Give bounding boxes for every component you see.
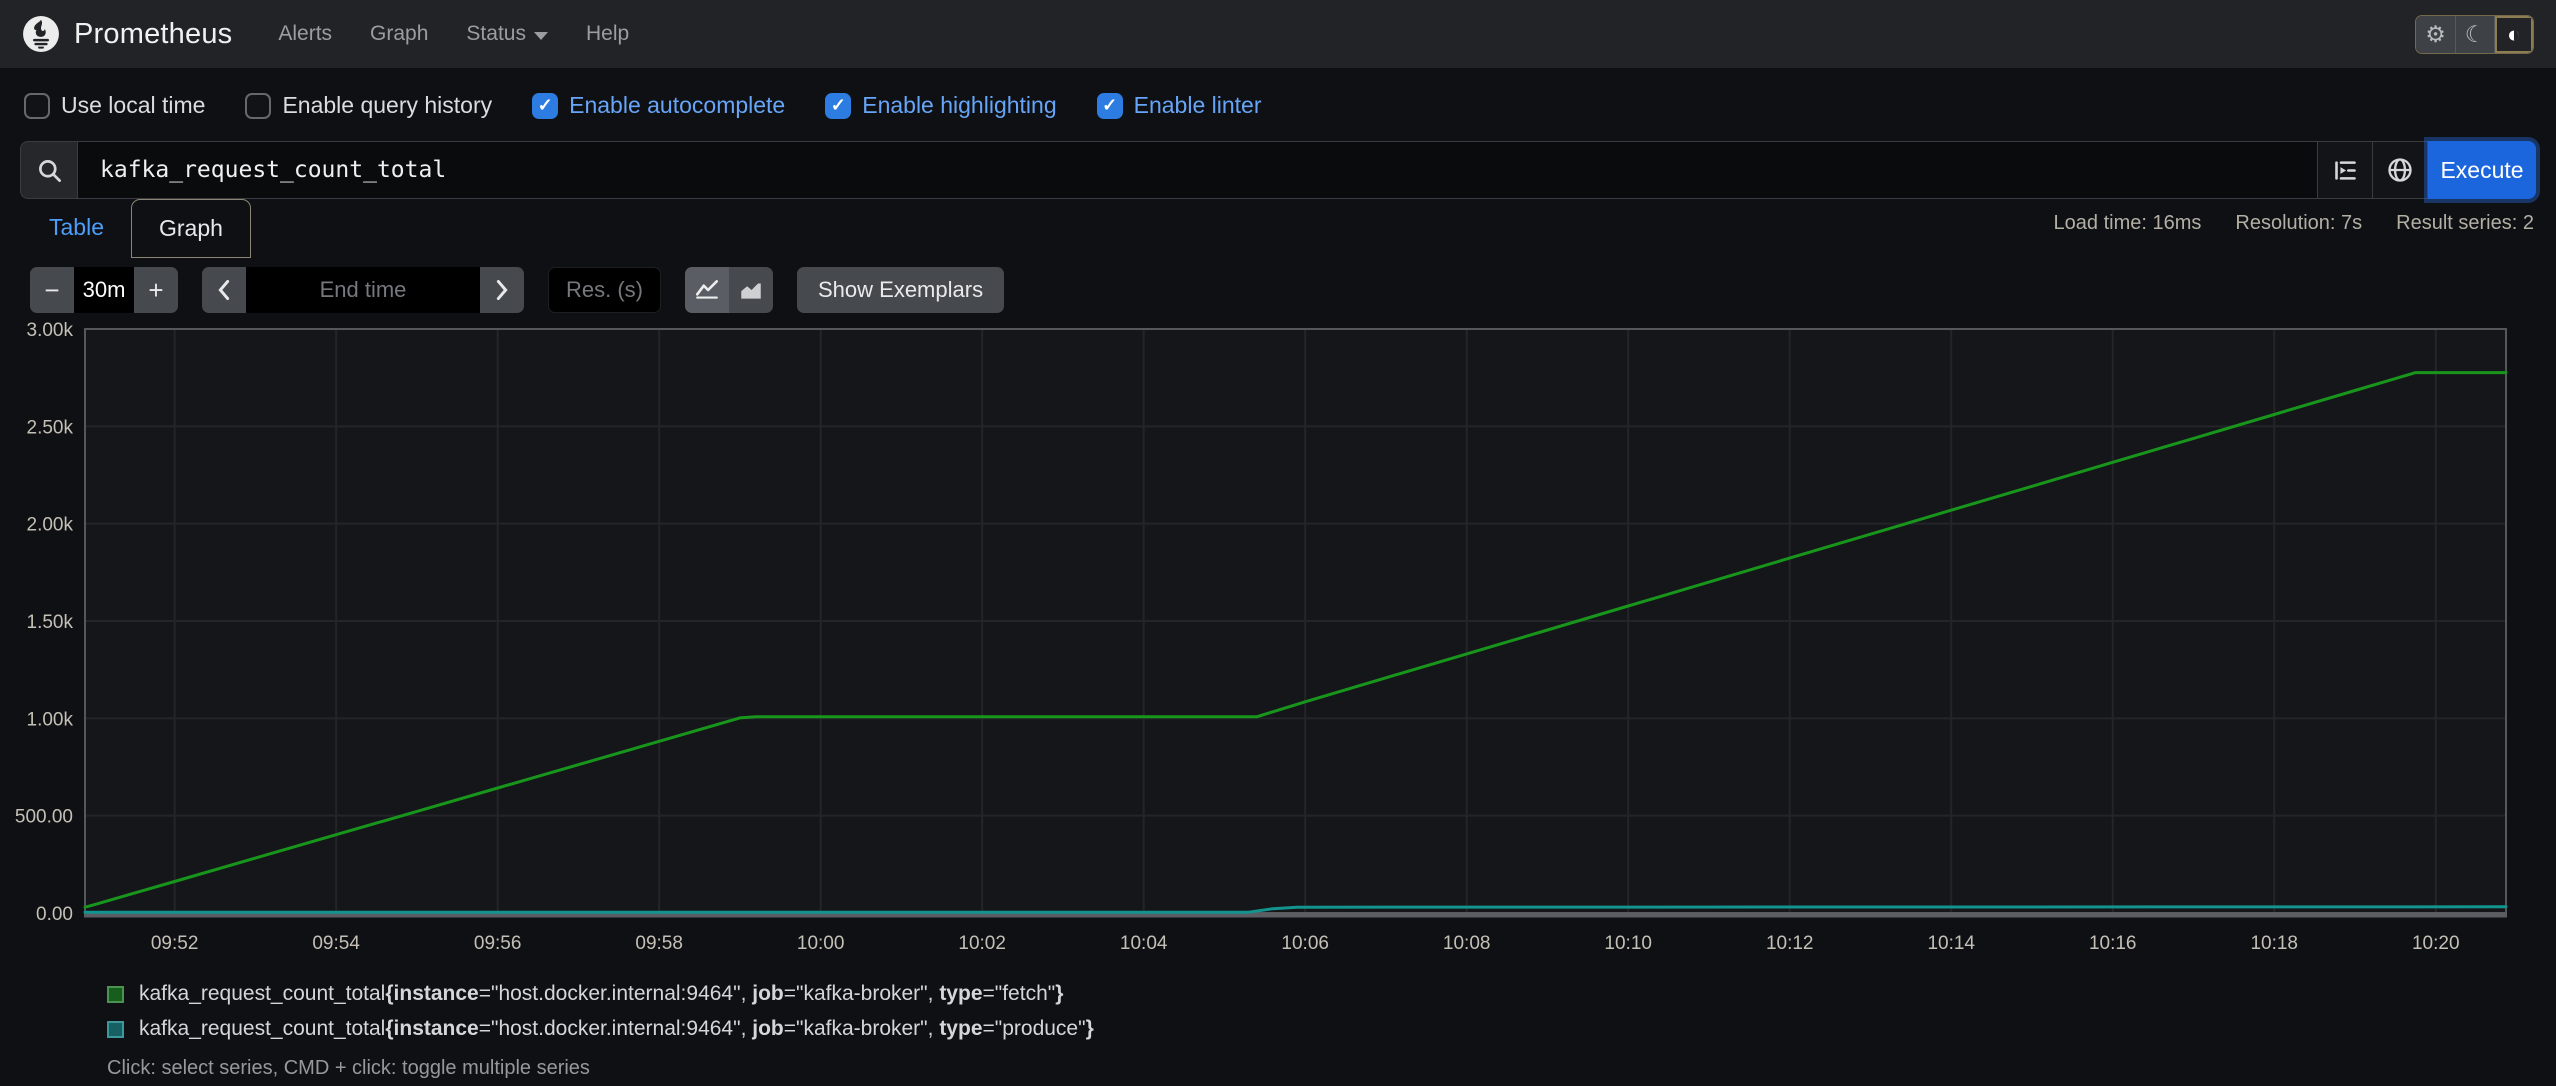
end-time-input[interactable] <box>246 267 480 313</box>
theme-button-dark-theme[interactable]: ☾ <box>2455 15 2494 53</box>
nav-link-status[interactable]: Status <box>466 22 548 46</box>
panel-meta-row: Table Graph Load time: 16ms Resolution: … <box>0 199 2556 263</box>
panel-tabs: Table Graph <box>22 199 251 258</box>
option-enable-linter[interactable]: ✓ Enable linter <box>1096 92 1262 119</box>
svg-text:10:12: 10:12 <box>1766 933 1814 954</box>
back-in-time-button[interactable] <box>202 267 246 313</box>
checkbox[interactable] <box>245 92 272 119</box>
svg-text:10:10: 10:10 <box>1604 933 1652 954</box>
checkbox[interactable]: ✓ <box>532 92 559 119</box>
svg-text:10:06: 10:06 <box>1281 933 1329 954</box>
prometheus-logo-icon <box>22 15 60 53</box>
increase-range-button[interactable]: + <box>134 267 178 313</box>
svg-text:09:56: 09:56 <box>474 933 522 954</box>
tab-graph[interactable]: Graph <box>130 199 251 258</box>
option-label: Enable query history <box>282 92 493 118</box>
line-chart-button[interactable] <box>685 267 729 313</box>
range-input[interactable] <box>74 267 134 313</box>
legend-series-label: kafka_request_count_total{instance="host… <box>139 1017 1094 1040</box>
graph-canvas[interactable]: 0.00 500.00 1.00k 1.50k 2.00k 2.50k 3.00k 09:52… <box>0 320 2540 982</box>
svg-text:10:14: 10:14 <box>1927 933 1975 954</box>
svg-text:3.00k: 3.00k <box>27 320 74 341</box>
load-time: Load time: 16ms <box>2053 212 2202 234</box>
legend-item[interactable]: kafka_request_count_total{instance="host… <box>107 1017 2556 1041</box>
checkbox[interactable] <box>24 92 50 119</box>
nav-link-alerts[interactable]: Alerts <box>278 22 332 46</box>
format-expression-button[interactable] <box>2318 141 2373 199</box>
auto-theme-icon: ◐ <box>2507 20 2521 47</box>
show-exemplars-button[interactable]: Show Exemplars <box>797 267 1005 313</box>
svg-text:09:54: 09:54 <box>312 933 360 954</box>
legend-hint: Click: select series, CMD + click: toggl… <box>107 1057 590 1079</box>
tab-table[interactable]: Table <box>22 199 131 258</box>
legend-swatch <box>107 1020 124 1038</box>
query-stats: Load time: 16ms Resolution: 7s Result se… <box>2054 199 2534 235</box>
resolution: Resolution: 7s <box>2235 212 2363 234</box>
svg-text:10:20: 10:20 <box>2412 933 2460 954</box>
dark-theme-icon: ☾ <box>2464 20 2486 47</box>
option-label: Enable linter <box>1133 92 1262 118</box>
checkbox[interactable]: ✓ <box>825 92 852 119</box>
query-bar: Execute <box>20 141 2536 199</box>
chevron-left-icon <box>218 279 230 301</box>
option-label: Enable highlighting <box>862 92 1057 118</box>
nav-link-graph[interactable]: Graph <box>370 22 428 46</box>
svg-text:2.50k: 2.50k <box>27 417 74 438</box>
resolution-input[interactable] <box>548 267 661 313</box>
svg-text:10:08: 10:08 <box>1443 933 1491 954</box>
svg-text:10:00: 10:00 <box>797 933 845 954</box>
chevron-right-icon <box>496 279 508 301</box>
decrease-range-button[interactable]: − <box>30 267 74 313</box>
svg-text:10:02: 10:02 <box>958 933 1006 954</box>
option-use-local-time[interactable]: Use local time <box>24 92 205 119</box>
svg-text:1.50k: 1.50k <box>27 612 74 633</box>
svg-text:0.00: 0.00 <box>36 904 73 925</box>
stacked-chart-icon <box>741 283 761 299</box>
theme-button-auto-theme[interactable]: ◐ <box>2494 15 2533 53</box>
duration-group: − + <box>30 267 178 313</box>
svg-text:09:58: 09:58 <box>635 933 683 954</box>
settings-icon: ⚙ <box>2425 20 2446 47</box>
query-options-row: Use local time Enable query history ✓ Enabl… <box>0 68 2556 137</box>
option-enable-autocomplete[interactable]: ✓ Enable autocomplete <box>532 92 785 119</box>
svg-text:10:16: 10:16 <box>2089 933 2137 954</box>
end-time-group <box>202 267 524 313</box>
nav-link-help[interactable]: Help <box>586 22 629 46</box>
format-icon <box>2334 160 2356 180</box>
graph-legend: kafka_request_count_total{instance="host… <box>0 982 2556 1041</box>
svg-text:1.00k: 1.00k <box>27 709 74 730</box>
option-enable-query-history[interactable]: Enable query history <box>245 92 492 119</box>
app-title: Prometheus <box>74 17 233 50</box>
forward-in-time-button[interactable] <box>480 267 524 313</box>
metrics-explorer-button[interactable] <box>2373 141 2428 199</box>
theme-button-settings[interactable]: ⚙ <box>2416 15 2455 53</box>
result-series: Result series: 2 <box>2396 212 2534 234</box>
legend-swatch <box>107 985 124 1003</box>
legend-series-label: kafka_request_count_total{instance="host… <box>139 982 1064 1005</box>
svg-text:10:04: 10:04 <box>1120 933 1168 954</box>
search-icon <box>20 141 77 199</box>
line-chart-icon <box>695 280 719 299</box>
globe-icon <box>2388 158 2412 182</box>
execute-button[interactable]: Execute <box>2428 141 2536 199</box>
legend-item[interactable]: kafka_request_count_total{instance="host… <box>107 982 2556 1006</box>
query-input[interactable] <box>77 141 2318 199</box>
graph-controls: − + Show Exemplars <box>0 266 2556 314</box>
chevron-down-icon <box>533 31 548 40</box>
navbar: Prometheus Alerts Graph Status Help ⚙ ☾ ◐ <box>0 0 2556 68</box>
svg-text:10:18: 10:18 <box>2250 933 2298 954</box>
option-label: Enable autocomplete <box>569 92 786 118</box>
stacked-chart-button[interactable] <box>729 267 773 313</box>
option-label: Use local time <box>61 92 206 118</box>
checkbox[interactable]: ✓ <box>1096 92 1123 119</box>
chart-type-group <box>685 267 773 313</box>
svg-text:2.00k: 2.00k <box>27 515 74 536</box>
svg-text:09:52: 09:52 <box>151 933 199 954</box>
theme-toggle-group: ⚙ ☾ ◐ <box>2415 14 2534 54</box>
main-nav: Alerts Graph Status Help <box>278 22 629 46</box>
option-enable-highlighting[interactable]: ✓ Enable highlighting <box>825 92 1057 119</box>
svg-text:500.00: 500.00 <box>15 807 73 828</box>
